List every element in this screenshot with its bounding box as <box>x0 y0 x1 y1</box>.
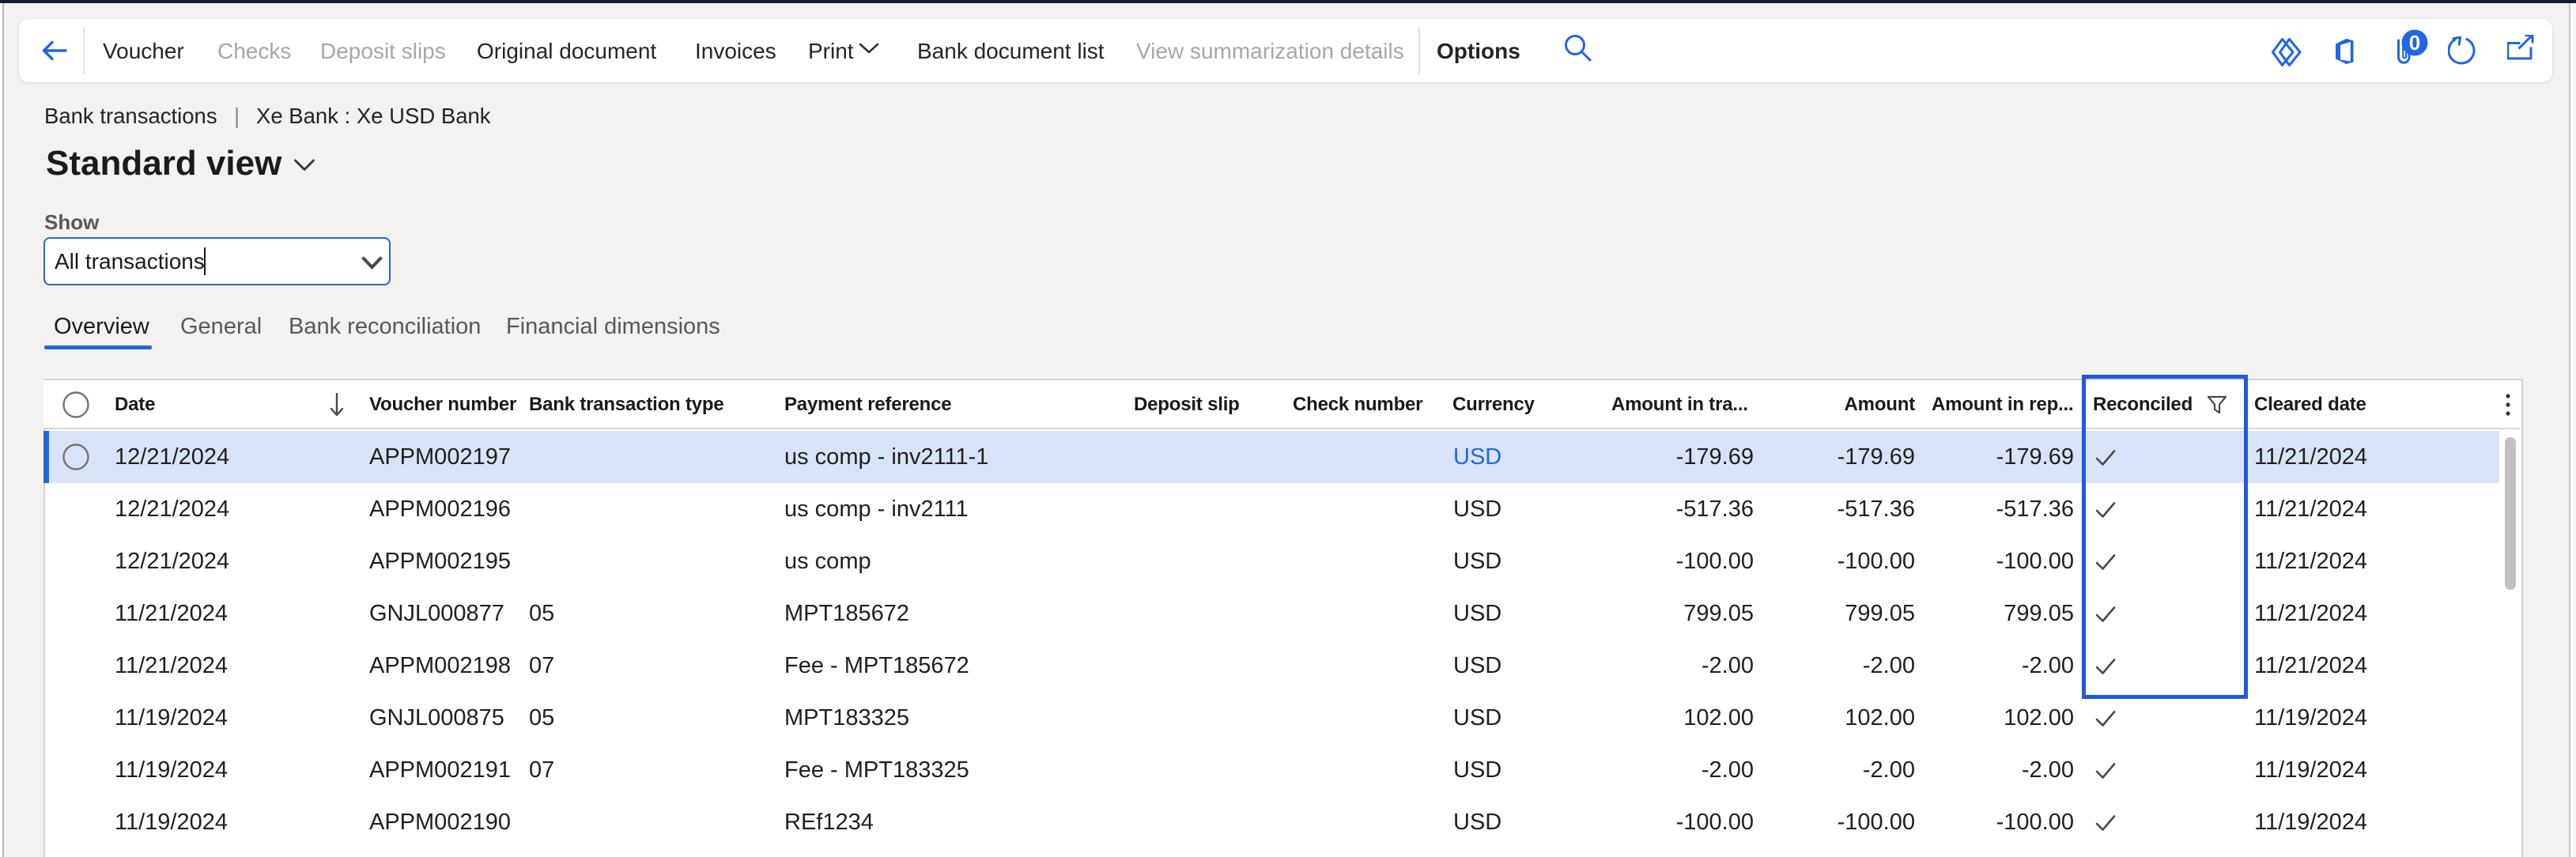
svg-text:0: 0 <box>2409 31 2420 55</box>
